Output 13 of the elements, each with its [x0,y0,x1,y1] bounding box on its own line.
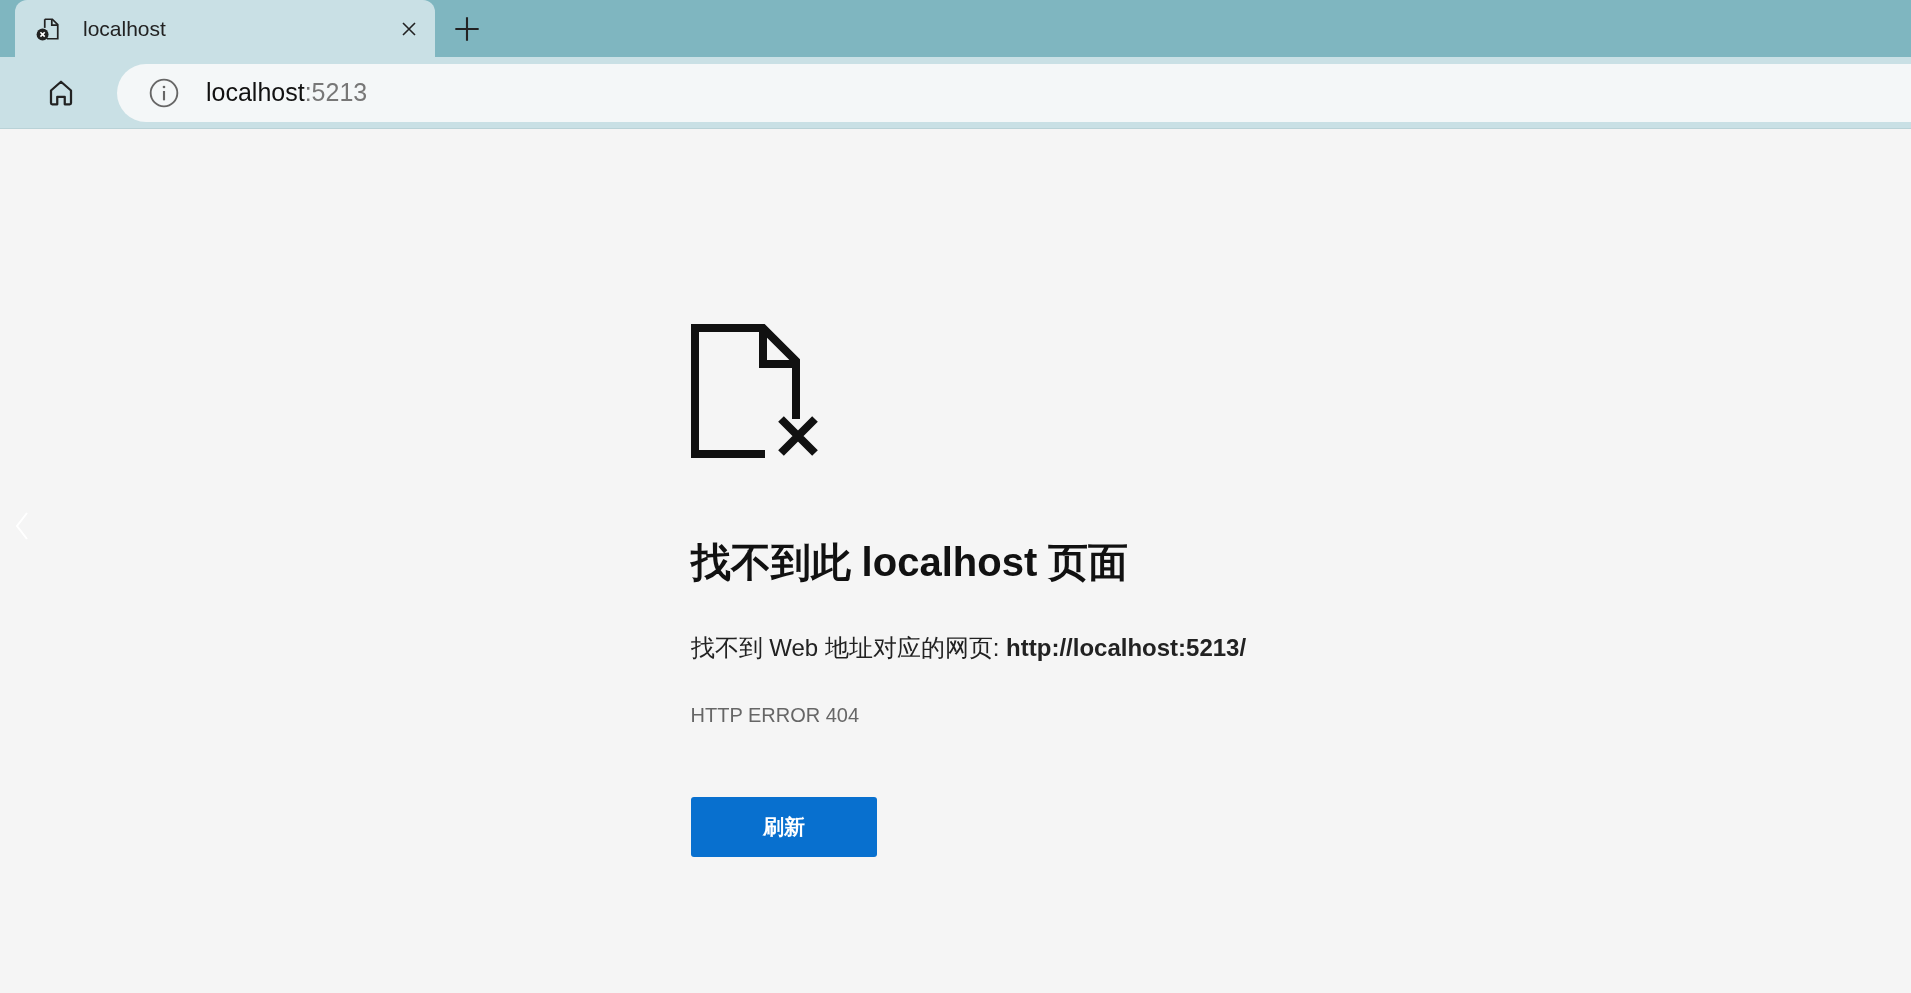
error-message: 找不到 Web 地址对应的网页: http://localhost:5213/ [690,633,1247,663]
error-heading: 找不到此 localhost 页面 [690,539,1129,586]
url-text: localhost:5213 [206,78,368,107]
close-icon[interactable] [401,20,417,37]
browser-tab[interactable]: localhost [15,0,435,57]
error-code: HTTP ERROR 404 [690,704,860,727]
address-field[interactable]: localhost:5213 [117,63,1911,122]
tab-title: localhost [83,16,167,41]
info-icon[interactable] [148,76,180,109]
new-tab-icon[interactable] [453,14,481,43]
refresh-button[interactable]: 刷新 [690,797,877,857]
broken-page-icon [35,15,61,42]
missing-file-icon [690,324,821,460]
